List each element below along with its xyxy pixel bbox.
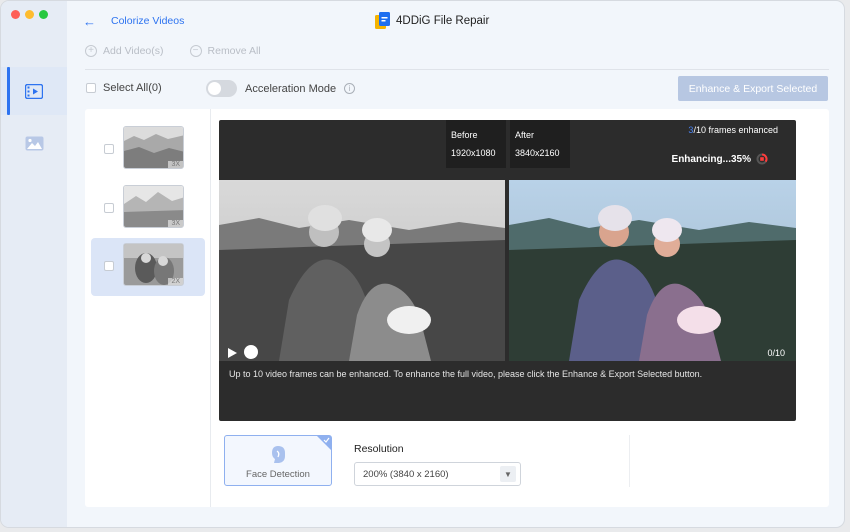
acceleration-label: Acceleration Mode: [245, 82, 337, 95]
preview-viewer: Before 1920x1080 After 3840x2160 3/10 fr…: [219, 120, 796, 421]
thumbnail-item[interactable]: 3X: [91, 180, 205, 238]
progress-spinner-icon: [756, 153, 768, 165]
photo-icon: [25, 136, 43, 150]
acceleration-mode: Acceleration Mode i: [206, 80, 356, 97]
after-label: After: [515, 130, 535, 140]
remove-all-label: Remove All: [207, 45, 261, 57]
play-icon[interactable]: [228, 348, 237, 358]
left-nav: [1, 1, 67, 527]
thumbnail-list: 3X 3X 2X: [85, 109, 211, 507]
select-all-checkbox[interactable]: [86, 83, 96, 93]
close-window-button[interactable]: [11, 10, 20, 19]
add-videos-label: Add Video(s): [103, 45, 164, 57]
resolution-value: 200% (3840 x 2160): [363, 469, 449, 480]
app-title-text: 4DDiG File Repair: [396, 14, 490, 27]
thumbnail-image[interactable]: 3X: [123, 126, 184, 169]
scale-badge: 3X: [168, 220, 183, 227]
after-preview-image: [509, 180, 796, 361]
frame-counter: 0/10: [767, 348, 785, 358]
thumbnail-image[interactable]: 2X: [123, 243, 184, 286]
playback-scrubber-handle[interactable]: [244, 345, 258, 359]
nav-item-video[interactable]: [1, 67, 67, 115]
thumbnail-checkbox[interactable]: [104, 261, 114, 271]
nav-item-photo[interactable]: [1, 119, 67, 167]
playback-controls: 0/10: [219, 342, 796, 362]
plus-icon: +: [85, 45, 97, 57]
selected-corner-icon: [317, 436, 331, 450]
scale-badge: 2X: [168, 278, 183, 285]
enhancing-text: Enhancing...35%: [671, 153, 751, 165]
frames-total: /10 frames enhanced: [693, 125, 778, 135]
page-title[interactable]: Colorize Videos: [111, 15, 184, 27]
resolution-select[interactable]: 200% (3840 x 2160) ▼: [354, 462, 521, 486]
chevron-down-icon[interactable]: ▼: [500, 466, 516, 482]
minimize-window-button[interactable]: [25, 10, 34, 19]
options-divider: [629, 435, 630, 487]
minus-icon: −: [189, 45, 202, 57]
before-label: Before: [451, 130, 478, 140]
app-title: 4DDiG File Repair: [375, 12, 489, 29]
face-detection-label: Face Detection: [246, 469, 310, 480]
select-all[interactable]: Select All(0): [86, 82, 162, 94]
thumbnail-checkbox[interactable]: [104, 144, 114, 154]
enhancing-status: Enhancing...35%: [672, 153, 768, 165]
select-all-label: Select All(0): [103, 82, 162, 94]
after-resolution: 3840x2160: [515, 148, 560, 158]
thumbnail-image[interactable]: 3X: [123, 185, 184, 228]
toolbar-divider: [85, 69, 829, 70]
add-videos-button[interactable]: + Add Video(s): [85, 45, 164, 57]
video-icon: [25, 83, 43, 99]
acceleration-toggle[interactable]: [206, 80, 237, 97]
window-controls: [11, 10, 48, 19]
file-toolbar: + Add Video(s) − Remove All: [85, 45, 261, 57]
scale-badge: 3X: [168, 161, 183, 168]
remove-all-button[interactable]: − Remove All: [189, 45, 261, 57]
after-label-box: After 3840x2160: [510, 120, 570, 168]
face-icon: [272, 446, 285, 463]
app-window: ← Colorize Videos 4DDiG File Repair + Ad…: [0, 0, 845, 528]
info-note: Up to 10 video frames can be enhanced. T…: [229, 369, 703, 379]
info-icon[interactable]: i: [344, 83, 356, 94]
zoom-window-button[interactable]: [39, 10, 48, 19]
before-preview-image: [219, 180, 505, 361]
content-panel: 3X 3X 2X Before 1920x1080 After 3840x216…: [85, 109, 829, 507]
face-detection-option[interactable]: Face Detection: [224, 435, 332, 486]
back-arrow-icon[interactable]: ←: [83, 14, 96, 29]
enhance-export-button[interactable]: Enhance & Export Selected: [678, 76, 828, 101]
thumbnail-checkbox[interactable]: [104, 203, 114, 213]
thumbnail-item-selected[interactable]: 2X: [91, 238, 205, 296]
thumbnail-item[interactable]: 3X: [91, 121, 205, 179]
before-resolution: 1920x1080: [451, 148, 496, 158]
before-label-box: Before 1920x1080: [446, 120, 506, 168]
frames-counter: 3/10 frames enhanced: [688, 125, 778, 135]
resolution-title: Resolution: [354, 443, 404, 455]
app-logo-icon: [375, 12, 390, 29]
